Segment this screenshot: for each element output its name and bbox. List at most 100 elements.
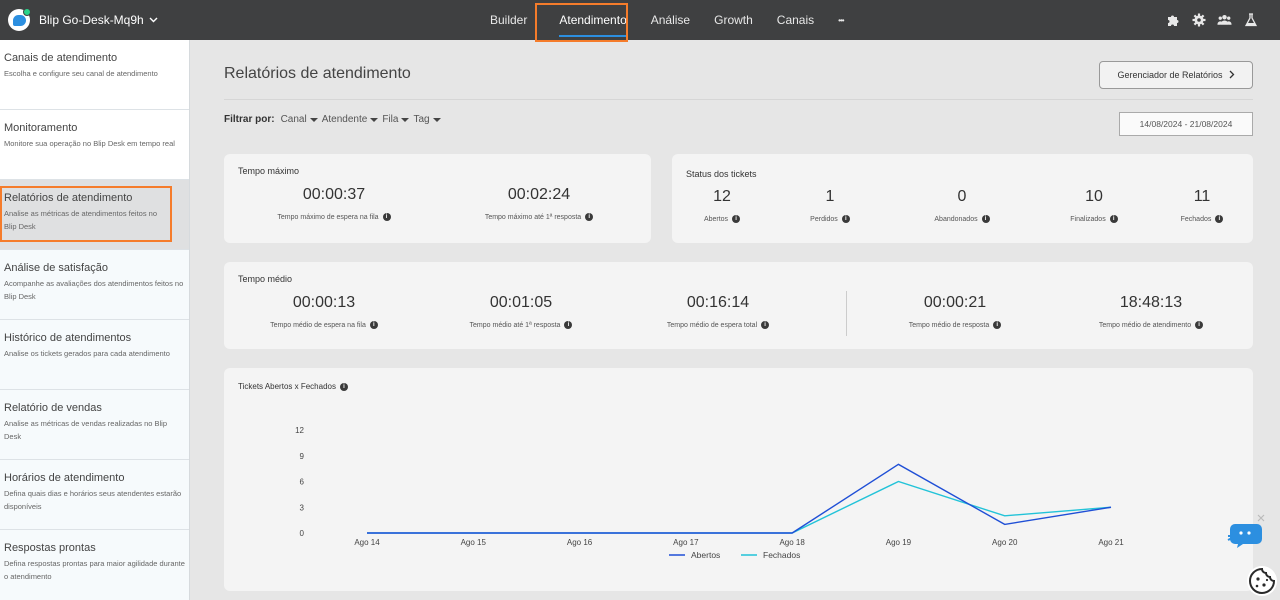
metric-label: Fechados [1180, 215, 1212, 223]
info-icon[interactable]: i [585, 213, 594, 221]
info-icon[interactable]: i [732, 215, 741, 223]
sidebar-item-desc: Analise as métricas de vendas realizadas… [4, 419, 168, 441]
series-line-fechados [367, 480, 1112, 534]
metric-max-queue-wait: 00:00:37 Tempo máximo de espera na fila i [244, 186, 424, 221]
card-title: Status dos tickets [686, 169, 757, 179]
filter-tag-label: Tag [413, 114, 430, 125]
x-tick-label: Ago 15 [461, 538, 487, 547]
sidebar-item-title: Respostas prontas [4, 542, 96, 554]
sidebar-item-title: Histórico de atendimentos [4, 332, 132, 344]
info-icon[interactable]: i [993, 321, 1002, 329]
card-title: Tempo médio [238, 274, 293, 284]
divider [224, 99, 1253, 100]
info-icon[interactable]: i [841, 215, 850, 223]
sidebar-item-desc: Defina respostas prontas para maior agil… [4, 559, 185, 581]
avg-time-card: Tempo médio 00:00:13 Tempo médio de espe… [224, 262, 1253, 349]
top-icons [1165, 0, 1258, 40]
info-icon[interactable]: i [1215, 215, 1224, 223]
sidebar: Canais de atendimento Escolha e configur… [0, 40, 190, 600]
metric-label: Tempo médio de espera na fila [270, 321, 366, 329]
x-tick-label: Ago 17 [673, 538, 699, 547]
sidebar-item-satisfacao[interactable]: Análise de satisfação Acompanhe as avali… [0, 250, 189, 320]
metric-label: Finalizados [1070, 215, 1106, 223]
info-icon[interactable]: i [1195, 321, 1204, 329]
chart-card: Tickets Abertos x Fechados i 0 3 6 9 12 Ago 1… [224, 368, 1253, 591]
metric-value: 00:16:14 [686, 294, 750, 311]
filter-atendente[interactable]: Atendente [322, 114, 379, 125]
nav-analise[interactable]: Análise [639, 0, 702, 40]
workspace-name: Blip Go-Desk-Mq9h [39, 13, 144, 27]
sidebar-item-desc: Escolha e configure seu canal de atendim… [4, 69, 158, 78]
y-tick-label: 12 [295, 426, 304, 435]
filter-label: Filtrar por: [224, 114, 275, 125]
workspace-selector[interactable]: Blip Go-Desk-Mq9h [0, 8, 240, 31]
x-tick-label: Ago 21 [1098, 538, 1124, 547]
x-tick-label: Ago 20 [992, 538, 1018, 547]
y-tick-label: 0 [300, 529, 305, 538]
nav-growth[interactable]: Growth [702, 0, 765, 40]
highlight-box [0, 186, 172, 242]
metric-label: Tempo médio até 1ª resposta [469, 321, 561, 329]
info-icon[interactable]: i [981, 215, 990, 223]
more-icon[interactable]: ••• [826, 0, 855, 40]
nav-canais[interactable]: Canais [765, 0, 826, 40]
reports-manager-button[interactable]: Gerenciador de Relatórios [1099, 61, 1253, 89]
metric-label: Perdidos [810, 215, 838, 223]
metric-value: 00:00:13 [292, 294, 356, 311]
info-icon[interactable]: i [1109, 215, 1118, 223]
team-icon[interactable] [1217, 13, 1232, 28]
info-icon[interactable]: i [369, 321, 378, 329]
cookie-icon[interactable] [1246, 565, 1278, 597]
max-time-card: Tempo máximo 00:00:37 Tempo máximo de es… [224, 154, 651, 243]
gear-icon[interactable] [1191, 13, 1206, 28]
sidebar-item-desc: Analise os tickets gerados para cada ate… [4, 349, 170, 358]
sidebar-item-respostas[interactable]: Respostas prontas Defina respostas pront… [0, 530, 189, 600]
y-tick-label: 3 [300, 503, 305, 512]
filter-tag[interactable]: Tag [413, 114, 441, 125]
info-icon[interactable]: i [564, 321, 573, 329]
series-line-abertos [367, 463, 1112, 534]
filter-canal-label: Canal [280, 114, 307, 125]
metric-avg-service: 18:48:13 Tempo médio de atendimento i [1061, 294, 1241, 329]
sidebar-item-historico[interactable]: Histórico de atendimentos Analise os tic… [0, 320, 189, 390]
metric-value: 1 [825, 188, 835, 205]
metric-label: Tempo máximo de espera na fila [277, 213, 379, 221]
filter-canal[interactable]: Canal [281, 114, 318, 125]
metric-value: 00:00:37 [302, 186, 366, 203]
x-tick-label: Ago 18 [779, 538, 805, 547]
metric-label: Tempo médio de espera total [666, 321, 758, 329]
caret-down-icon [370, 117, 379, 122]
line-chart: 0 3 6 9 12 Ago 14 Ago 15 Ago 16 Ago 17 Ago 18 Ago … [295, 426, 1124, 560]
metric-avg-queue-wait: 00:00:13 Tempo médio de espera na fila i [234, 294, 414, 329]
filter-fila[interactable]: Fila [382, 114, 410, 125]
info-icon[interactable]: i [382, 213, 391, 221]
chat-helper-icon[interactable] [1227, 520, 1265, 548]
main-content: Relatórios de atendimento Gerenciador de… [191, 40, 1280, 600]
metric-label: Abandonados [934, 215, 978, 223]
y-tick-label: 9 [300, 452, 305, 461]
metric-perdidos: 1 Perdidos i [780, 188, 880, 223]
flask-icon[interactable] [1243, 13, 1258, 28]
sidebar-item-canais[interactable]: Canais de atendimento Escolha e configur… [0, 40, 189, 110]
info-icon[interactable]: i [761, 321, 770, 329]
sidebar-item-vendas[interactable]: Relatório de vendas Analise as métricas … [0, 390, 189, 460]
filter-bar: Filtrar por: Canal Atendente Fila Tag [224, 114, 445, 125]
x-tick-label: Ago 16 [567, 538, 593, 547]
date-range-input[interactable]: 14/08/2024 - 21/08/2024 [1119, 112, 1253, 136]
puzzle-icon[interactable] [1165, 13, 1180, 28]
blip-logo-icon [8, 8, 31, 31]
metric-label: Tempo médio de atendimento [1098, 321, 1192, 329]
x-tick-label: Ago 19 [886, 538, 912, 547]
sidebar-item-title: Horários de atendimento [4, 472, 125, 484]
sidebar-item-title: Monitoramento [4, 122, 78, 134]
metric-label: Abertos [703, 215, 729, 223]
close-icon[interactable] [1257, 509, 1265, 522]
metric-avg-response: 00:00:21 Tempo médio de resposta i [865, 294, 1045, 329]
legend-label: Fechados [763, 550, 800, 560]
metric-label: Tempo máximo até 1ª resposta [484, 213, 582, 221]
metric-abertos: 12 Abertos i [672, 188, 772, 223]
sidebar-item-desc: Monitore sua operação no Blip Desk em te… [4, 139, 175, 148]
sidebar-item-horarios[interactable]: Horários de atendimento Defina quais dia… [0, 460, 189, 530]
sidebar-item-monitoramento[interactable]: Monitoramento Monitore sua operação no B… [0, 110, 189, 180]
nav-builder[interactable]: Builder [478, 0, 539, 40]
